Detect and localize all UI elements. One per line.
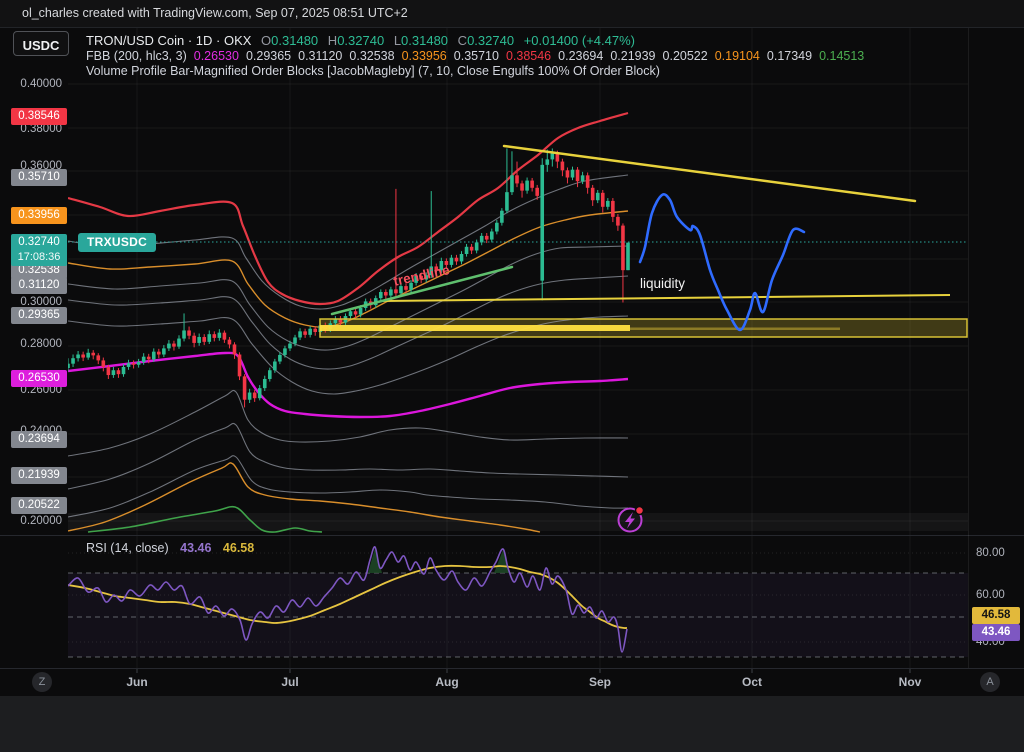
- legend-fbb-row[interactable]: FBB (200, hlc3, 3) 0.26530 0.29365 0.31120 0…: [86, 49, 864, 65]
- fbb-band-value: 0.17349: [767, 49, 812, 63]
- liquidity-line[interactable]: [382, 295, 950, 301]
- candlesticks: [66, 148, 630, 407]
- price-level-badge: 0.38546: [11, 108, 67, 125]
- fbb-band-value: 0.32538: [349, 49, 394, 63]
- volume-profile-indicator-name[interactable]: Volume Profile Bar-Magnified Order Block…: [86, 64, 660, 78]
- price-level-badge: 0.35710: [11, 169, 67, 186]
- liquidity-annotation[interactable]: liquidity: [640, 276, 685, 291]
- price-axis-label: 0.28000: [0, 336, 62, 352]
- fbb-band-value: 0.33956: [402, 49, 447, 63]
- month-label: Nov: [899, 675, 922, 689]
- chart-canvas[interactable]: [0, 0, 1024, 752]
- descending-trendline[interactable]: [504, 146, 915, 201]
- ohlc-close: 0.32740: [467, 33, 514, 48]
- fbb-band-value: 0.23694: [558, 49, 603, 63]
- fbb-band-value: 0.35710: [454, 49, 499, 63]
- chart-legend: TRON/USD Coin · 1D · OKX O0.31480 H0.327…: [86, 33, 864, 80]
- rsi-value-badge: 43.46: [972, 624, 1020, 641]
- price-level-badge: 0.21939: [11, 467, 67, 484]
- rsi-pane[interactable]: [68, 547, 968, 657]
- fbb-band-value: 0.26530: [194, 49, 239, 63]
- fbb-band-value: 0.29365: [246, 49, 291, 63]
- price-level-badge: 0.29365: [11, 307, 67, 324]
- legend-symbol-row[interactable]: TRON/USD Coin · 1D · OKX O0.31480 H0.327…: [86, 33, 864, 49]
- symbol-price-tag: TRXUSDC: [78, 233, 156, 252]
- legend-volume-profile-row[interactable]: Volume Profile Bar-Magnified Order Block…: [86, 64, 864, 80]
- fbb-band-value: 0.38546: [506, 49, 551, 63]
- order-block-magnified-bar: [320, 325, 630, 331]
- rsi-indicator-title[interactable]: RSI (14, close) 43.46 46.58: [86, 541, 254, 555]
- currency-toggle-button[interactable]: USDC: [13, 31, 69, 56]
- ohlc-open: 0.31480: [271, 33, 318, 48]
- month-label: Jun: [126, 675, 147, 689]
- tradingview-chart-window: ol_charles created with TradingView.com,…: [0, 0, 1024, 752]
- order-block-extension: [630, 328, 840, 331]
- month-label: Sep: [589, 675, 611, 689]
- price-level-badge: 0.23694: [11, 431, 67, 448]
- price-level-badge: 0.20522: [11, 497, 67, 514]
- fbb-band-value: 0.14513: [819, 49, 864, 63]
- rsi-ma-value: 46.58: [223, 541, 254, 555]
- main-pane[interactable]: [66, 113, 968, 532]
- price-level-badge: 0.31120: [11, 277, 67, 294]
- rsi-value-badge: 46.58: [972, 607, 1020, 624]
- fbb-lower-3: [68, 456, 628, 517]
- footer-bar: TradingView: [0, 696, 1024, 752]
- current-price-badge: 0.3274017:08:36: [11, 234, 67, 266]
- month-label: Jul: [281, 675, 298, 689]
- price-level-badge: 0.33956: [11, 207, 67, 224]
- month-label: Oct: [742, 675, 762, 689]
- rsi-axis-label: 80.00: [976, 545, 1005, 561]
- fbb-band-value: 0.19104: [715, 49, 760, 63]
- symbol-title[interactable]: TRON/USD Coin · 1D · OKX: [86, 33, 251, 48]
- fbb-band-value: 0.21939: [610, 49, 655, 63]
- price-level-badge: 0.26530: [11, 370, 67, 387]
- auto-scale-button[interactable]: A: [980, 672, 1000, 692]
- ohlc-low: 0.31480: [401, 33, 448, 48]
- fbb-band-value: 0.20522: [663, 49, 708, 63]
- rsi-value: 43.46: [180, 541, 211, 555]
- gridlines: [68, 28, 968, 668]
- fbb-lower-1: [68, 390, 628, 456]
- price-axis-label: 0.20000: [0, 513, 62, 529]
- month-label: Aug: [435, 675, 458, 689]
- rsi-axis-label: 60.00: [976, 587, 1005, 603]
- ohlc-change: +0.01400 (+4.47%): [524, 33, 635, 48]
- fbb-indicator-name[interactable]: FBB (200, hlc3, 3): [86, 49, 187, 63]
- ohlc-high: 0.32740: [337, 33, 384, 48]
- price-axis-label: 0.40000: [0, 76, 62, 92]
- fbb-band-value: 0.31120: [298, 49, 342, 63]
- timezone-button[interactable]: Z: [32, 672, 52, 692]
- fbb-lower-magenta: [68, 353, 628, 417]
